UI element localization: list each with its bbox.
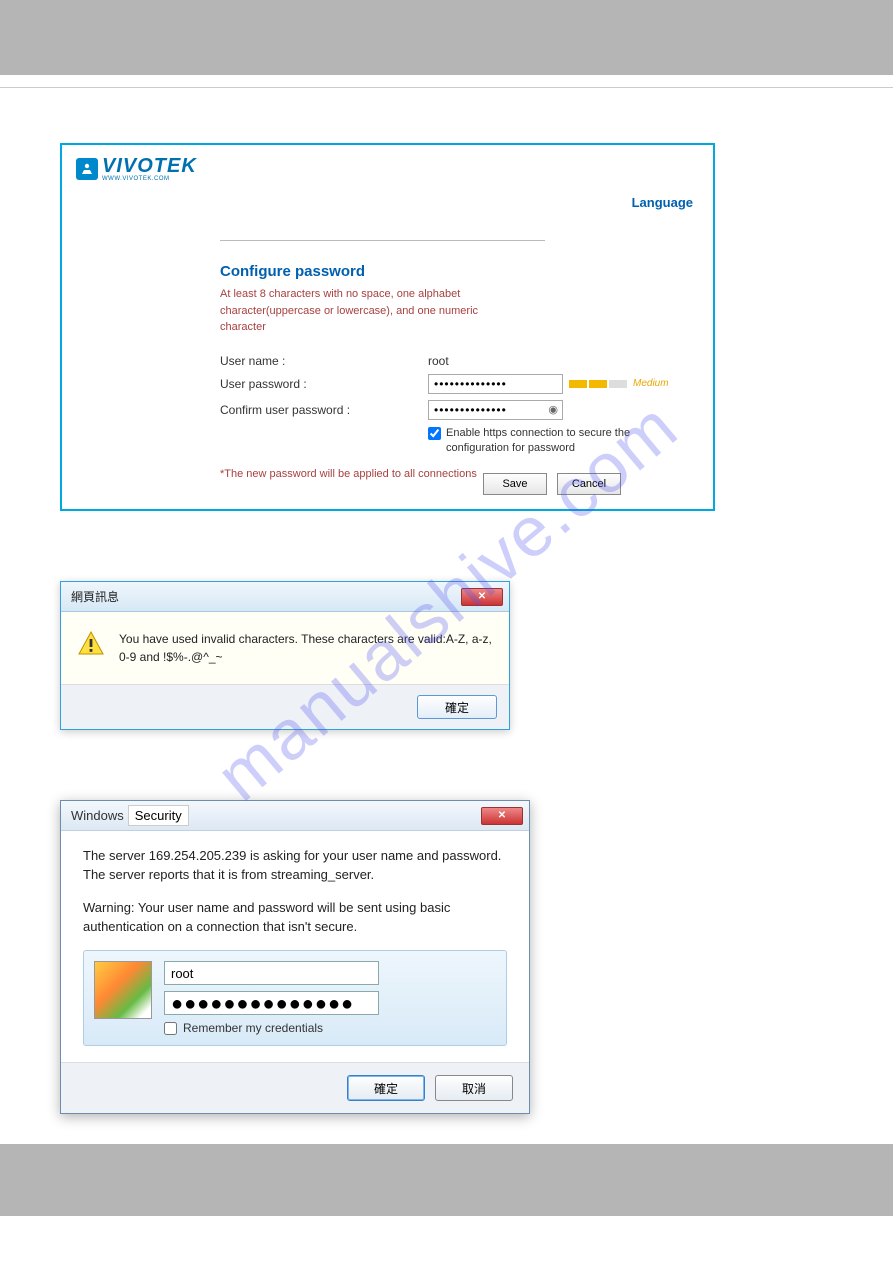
strength-label: Medium <box>633 378 669 389</box>
page-content: manualshive.com VIVOTEK WWW.VIVOTEK.COM … <box>0 88 893 1114</box>
enable-https-label: Enable https connection to secure the co… <box>446 426 685 457</box>
password-label: User password : <box>220 377 428 391</box>
vivotek-logo-icon <box>76 158 98 180</box>
security-title-prefix: Windows <box>71 808 124 823</box>
form-description: At least 8 characters with no space, one… <box>220 286 480 336</box>
strength-bar-1 <box>569 380 587 388</box>
save-button[interactable]: Save <box>483 473 547 495</box>
msg-title-bar: 網頁訊息 ✕ <box>61 582 509 612</box>
msg-ok-button[interactable]: 確定 <box>417 695 497 719</box>
credentials-box: ●●●●●●●●●●●●●● Remember my credentials <box>83 950 507 1046</box>
form-divider <box>220 240 545 241</box>
strength-bar-2 <box>589 380 607 388</box>
strength-bar-3 <box>609 380 627 388</box>
username-value: root <box>428 354 449 368</box>
close-icon[interactable]: ✕ <box>461 588 503 606</box>
invalid-characters-dialog: 網頁訊息 ✕ You have used invalid characters.… <box>60 581 510 730</box>
confirm-password-input[interactable] <box>428 400 563 420</box>
msg-title: 網頁訊息 <box>71 588 119 605</box>
vivotek-logo-text: VIVOTEK <box>102 155 197 177</box>
remember-credentials-checkbox[interactable] <box>164 1022 177 1035</box>
security-password-input[interactable]: ●●●●●●●●●●●●●● <box>164 991 379 1015</box>
warning-icon <box>77 630 105 658</box>
username-label: User name : <box>220 354 428 368</box>
enable-https-checkbox[interactable] <box>428 427 441 440</box>
security-text-2: Warning: Your user name and password wil… <box>83 899 507 937</box>
security-title-main: Security <box>128 805 189 826</box>
password-strength: Medium <box>569 378 669 389</box>
security-cancel-button[interactable]: 取消 <box>435 1075 513 1101</box>
vivotek-configure-dialog: VIVOTEK WWW.VIVOTEK.COM Language Configu… <box>60 143 715 511</box>
security-title-bar: Windows Security ✕ <box>61 801 529 831</box>
avatar-icon <box>94 961 152 1019</box>
page-header-band <box>0 0 893 75</box>
security-username-input[interactable] <box>164 961 379 985</box>
vivotek-logo: VIVOTEK WWW.VIVOTEK.COM <box>76 155 197 182</box>
security-ok-button[interactable]: 確定 <box>347 1075 425 1101</box>
msg-text: You have used invalid characters. These … <box>119 630 493 666</box>
security-text-1: The server 169.254.205.239 is asking for… <box>83 847 507 885</box>
show-password-icon[interactable]: ◉ <box>548 403 558 416</box>
form-title: Configure password <box>220 263 685 280</box>
password-input[interactable] <box>428 374 563 394</box>
remember-credentials-label: Remember my credentials <box>183 1021 323 1035</box>
configure-form: Configure password At least 8 characters… <box>220 240 685 480</box>
windows-security-dialog: Windows Security ✕ The server 169.254.20… <box>60 800 530 1114</box>
page-footer-band <box>0 1144 893 1216</box>
security-close-icon[interactable]: ✕ <box>481 807 523 825</box>
confirm-password-label: Confirm user password : <box>220 403 428 417</box>
cancel-button[interactable]: Cancel <box>557 473 621 495</box>
language-link[interactable]: Language <box>632 195 693 210</box>
